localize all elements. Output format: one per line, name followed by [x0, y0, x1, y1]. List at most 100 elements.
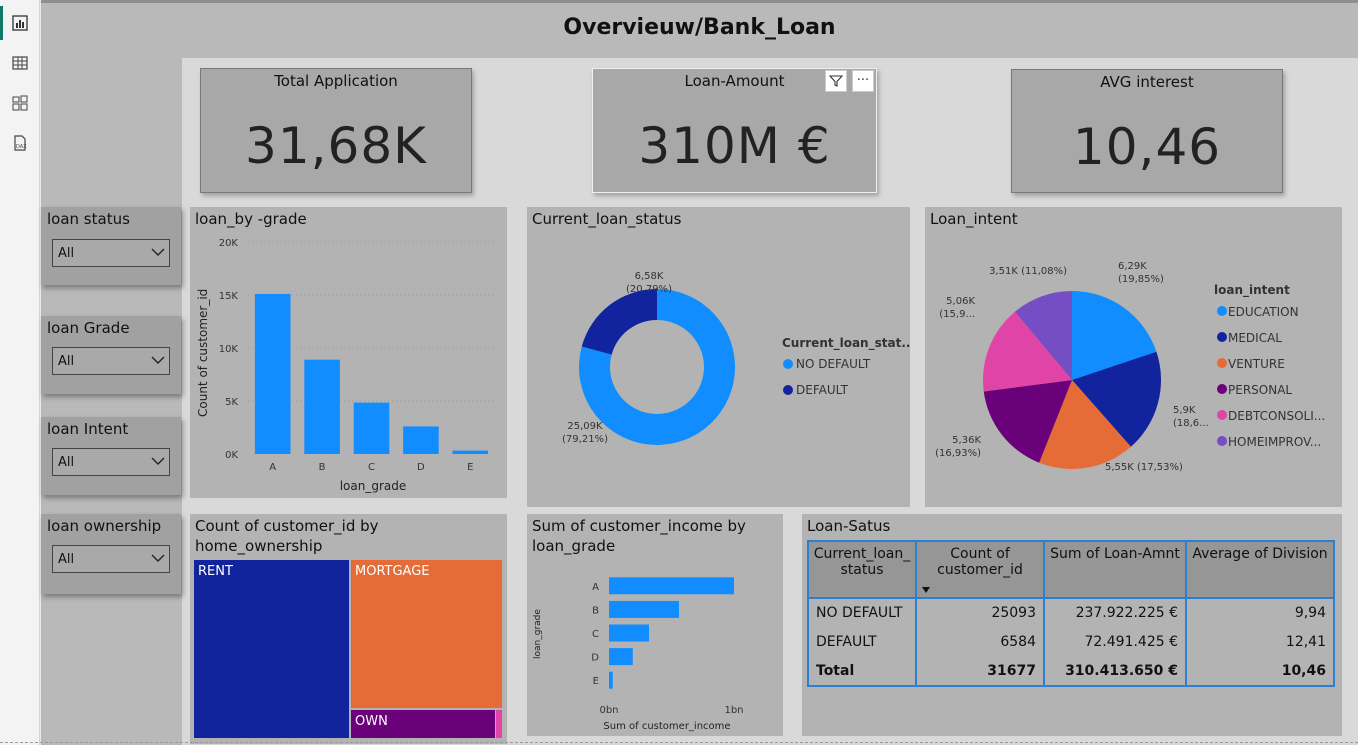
active-view-indicator	[0, 6, 3, 40]
legend-label: EDUCATION	[1228, 305, 1299, 319]
table-cell: DEFAULT	[809, 627, 917, 656]
kpi-card-total-application[interactable]: Total Application 31,68K	[200, 68, 472, 193]
chevron-down-icon	[151, 356, 165, 364]
slicer-dropdown[interactable]: All	[52, 347, 170, 375]
bar	[609, 600, 679, 618]
kpi-value: 10,46	[1072, 118, 1222, 176]
bar	[304, 359, 340, 454]
chart-home-ownership-treemap[interactable]: Count of customer_id by home_ownership RE…	[190, 514, 507, 744]
data-label: 5,06K	[946, 296, 975, 307]
bar	[609, 577, 734, 595]
bar	[609, 648, 633, 666]
slicer-value: All	[58, 552, 75, 567]
legend-marker	[1217, 384, 1227, 394]
slicer-value: All	[58, 455, 75, 470]
x-tick-label: C	[368, 462, 375, 473]
kpi-label: AVG interest	[1100, 73, 1194, 91]
legend-label: VENTURE	[1228, 357, 1285, 371]
table-loan-status[interactable]: Loan-Satus Current_loan_ status Count of c…	[802, 514, 1342, 736]
header-line: Sum of Loan-Amnt	[1050, 546, 1180, 562]
legend-label: DEBTCONSOLI...	[1228, 409, 1325, 423]
slicer-loan-ownership[interactable]: loan ownership All	[41, 514, 181, 594]
data-label: 25,09K	[567, 421, 603, 432]
chart-title-line: home_ownership	[195, 537, 323, 555]
bar	[452, 450, 489, 454]
legend-marker	[783, 359, 793, 369]
model-view-icon[interactable]	[11, 94, 29, 112]
data-label: 6,29K	[1118, 261, 1147, 272]
slicer-loan-grade[interactable]: loan Grade All	[41, 316, 181, 394]
legend-marker	[1217, 410, 1227, 420]
legend-marker	[1217, 436, 1227, 446]
data-label: 5,9K	[1173, 405, 1196, 416]
view-rail: DAX	[0, 0, 40, 745]
table-view-icon[interactable]	[11, 54, 29, 72]
table-cell: Total	[809, 656, 917, 685]
chart-income-by-grade[interactable]: Sum of customer_income by loan_grade loan…	[527, 514, 783, 736]
column-header[interactable]: Sum of Loan-Amnt	[1044, 542, 1187, 599]
table-row[interactable]: DEFAULT 6584 72.491.425 € 12,41	[809, 627, 1333, 656]
treemap-tile[interactable]: RENT	[194, 560, 349, 738]
donut-chart: 25,09K (79,21%) 6,58K (20,79%) Current_loan_…	[562, 271, 910, 445]
filter-icon[interactable]	[825, 70, 847, 92]
treemap-tile[interactable]: OWN	[351, 710, 495, 738]
column-header[interactable]: Average of Division	[1186, 542, 1333, 599]
x-tick-label: B	[319, 462, 326, 473]
report-view-icon[interactable]	[11, 14, 29, 32]
chart-loan-by-grade[interactable]: loan_by -grade Count of customer_id loan…	[190, 207, 507, 498]
y-tick-label: B	[592, 605, 599, 616]
chart-loan-intent[interactable]: Loan_intent 6,29K (19,85%) 5,9K (18,6... 5,5…	[925, 207, 1342, 507]
treemap-tile[interactable]	[496, 710, 502, 738]
slicer-loan-intent[interactable]: loan Intent All	[41, 417, 181, 495]
y-tick-label: 15K	[219, 291, 239, 302]
bar	[353, 402, 390, 454]
header-line: Current_loan_	[813, 546, 911, 562]
slicer-dropdown[interactable]: All	[52, 545, 170, 573]
table-row[interactable]: NO DEFAULT 25093 237.922.225 € 9,94	[809, 598, 1333, 627]
table-cell: 31677	[916, 656, 1045, 685]
bar	[254, 293, 291, 454]
treemap-tile[interactable]: MORTGAGE	[351, 560, 502, 708]
table-cell: 10,46	[1281, 662, 1326, 679]
legend-marker	[1217, 332, 1227, 342]
legend-label: HOMEIMPROV...	[1228, 435, 1321, 449]
data-label: 5,36K	[952, 435, 981, 446]
slicer-dropdown[interactable]: All	[52, 239, 170, 267]
data-label: 3,51K (11,08%)	[989, 266, 1067, 277]
x-tick-label: 1bn	[724, 705, 743, 716]
legend-label: DEFAULT	[796, 383, 849, 397]
y-tick-label: 0K	[225, 450, 238, 461]
data-label: 5,55K (17,53%)	[1105, 462, 1183, 473]
bar	[609, 624, 649, 642]
bar	[609, 671, 613, 689]
table-total-row: Total 31677 310.413.650 € 10,46	[809, 656, 1333, 685]
y-axis-label: loan_grade	[533, 609, 543, 659]
slicer-dropdown[interactable]: All	[52, 448, 170, 476]
chart-current-loan-status[interactable]: Current_loan_status 25,09K (79,21%) 6,58K(…	[527, 207, 910, 507]
column-header[interactable]: Current_loan_ status	[809, 542, 917, 599]
slicer-value: All	[58, 246, 75, 261]
kpi-card-loan-amount[interactable]: Loan-Amount 310M € ···	[592, 68, 877, 193]
pie-chart: 6,29K (19,85%) 5,9K (18,6... 5,55K (17,53%) 5…	[935, 261, 1325, 473]
column-chart: Count of customer_id loan_grade 0K 5K 10K 1…	[196, 238, 495, 493]
slicer-title: loan Intent	[47, 420, 129, 438]
more-options-button[interactable]: ···	[852, 70, 874, 92]
x-tick-label: D	[417, 462, 425, 473]
chevron-down-icon	[151, 554, 165, 562]
kpi-card-avg-interest[interactable]: AVG interest 10,46	[1011, 69, 1283, 193]
matrix-table: Current_loan_ status Count of customer_id …	[807, 540, 1335, 687]
dax-query-icon[interactable]: DAX	[11, 134, 29, 152]
bar	[403, 426, 439, 454]
x-tick-label: E	[467, 462, 473, 473]
data-label: (15,9...	[939, 309, 975, 320]
slicer-loan-status[interactable]: loan status All	[41, 207, 181, 285]
slicer-value: All	[58, 354, 75, 369]
slicer-title: loan Grade	[47, 319, 130, 337]
chevron-down-icon	[151, 248, 165, 256]
x-axis-label: loan_grade	[340, 479, 407, 493]
kpi-value: 310M €	[638, 117, 831, 175]
column-header[interactable]: Count of customer_id	[916, 542, 1045, 599]
data-label: (16,93%)	[935, 448, 981, 459]
table-title: Loan-Satus	[807, 517, 891, 535]
y-tick-label: 5K	[225, 397, 238, 408]
